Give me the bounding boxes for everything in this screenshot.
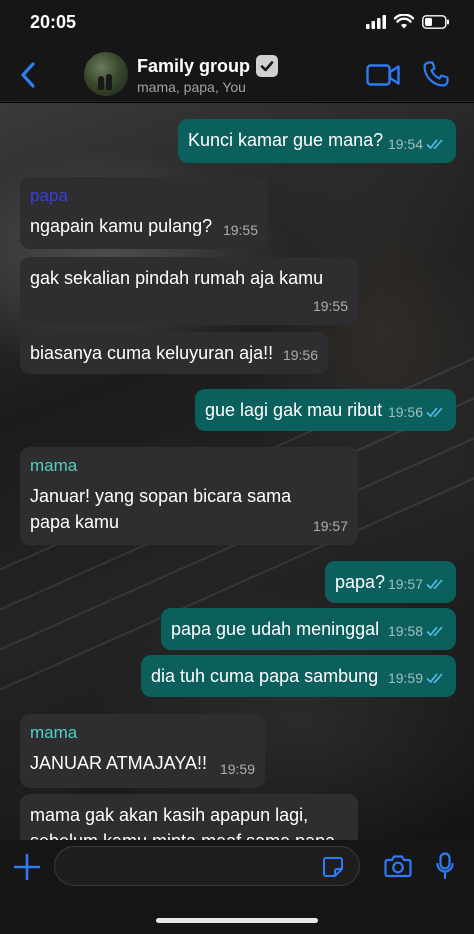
sticker-icon[interactable] — [322, 856, 344, 878]
message-time: 19:56 — [387, 404, 423, 420]
message-time: 19:59 — [387, 670, 423, 686]
message-meta: 19:55 — [313, 293, 348, 319]
message-time: 19:55 — [222, 222, 258, 238]
message-time: 19:57 — [312, 518, 348, 534]
message-text: gak sekalian pindah rumah aja kamu — [30, 268, 324, 288]
status-time: 20:05 — [30, 12, 77, 32]
composer-bar — [0, 840, 474, 934]
status-bar: 20:05 — [0, 0, 474, 48]
plus-icon[interactable] — [12, 852, 42, 882]
message-text: gue lagi gak mau ribut — [205, 400, 383, 420]
group-name: Family group — [137, 55, 251, 76]
message-incoming[interactable]: papa ngapain kamu pulang? 19:55 — [20, 177, 268, 249]
message-incoming[interactable]: gak sekalian pindah rumah aja kamu 19:55 — [20, 257, 358, 325]
message-text: papa? — [335, 572, 386, 592]
read-ticks-icon — [426, 673, 443, 684]
message-time: 19:59 — [219, 761, 255, 777]
phone-icon[interactable] — [422, 60, 450, 88]
message-meta: 19:58 — [388, 618, 446, 644]
message-incoming[interactable]: mama JANUAR ATMAJAYA!! 19:59 — [20, 714, 265, 788]
message-time: 19:54 — [387, 136, 423, 152]
message-text: biasanya cuma keluyuran aja!! — [30, 343, 274, 363]
home-indicator — [156, 918, 318, 923]
message-time: 19:57 — [387, 576, 423, 592]
read-ticks-icon — [426, 139, 443, 150]
message-text: dia tuh cuma papa sambung — [151, 666, 379, 686]
message-meta: 19:57 — [388, 571, 446, 597]
message-incoming[interactable]: biasanya cuma keluyuran aja!! 19:56 — [20, 332, 328, 374]
message-time: 19:56 — [282, 347, 318, 363]
sender-name: mama — [30, 456, 78, 475]
message-meta: 19:54 — [388, 131, 446, 157]
message-meta: 19:57 — [313, 513, 348, 539]
check-badge-icon — [256, 55, 279, 77]
message-meta: 19:56 — [283, 342, 318, 368]
message-text: Kunci kamar gue mana? — [188, 130, 384, 150]
message-outgoing[interactable]: dia tuh cuma papa sambung 19:59 — [141, 655, 456, 697]
read-ticks-icon — [426, 407, 443, 418]
sender-name: papa — [30, 186, 68, 205]
status-icons — [366, 14, 450, 29]
camera-icon[interactable] — [384, 854, 412, 878]
sender-name: mama — [30, 723, 78, 742]
battery-icon — [422, 14, 449, 29]
message-text: Januar! yang sopan bicara sama papa kamu — [30, 486, 292, 532]
message-input[interactable] — [54, 846, 360, 886]
chevron-left-icon[interactable] — [14, 60, 44, 90]
chat-header: Family group mama, papa, You — [0, 48, 474, 102]
message-text: JANUAR ATMAJAYA!! — [30, 753, 208, 773]
message-incoming[interactable]: mama Januar! yang sopan bicara sama papa… — [20, 447, 358, 545]
chat-area[interactable]: Kunci kamar gue mana? 19:54 papa ngapain… — [0, 103, 474, 840]
read-ticks-icon — [426, 579, 443, 590]
message-time: 19:55 — [312, 298, 348, 314]
signal-icon — [366, 14, 386, 29]
message-text: ngapain kamu pulang? — [30, 216, 213, 236]
message-meta: 19:59 — [388, 665, 446, 691]
message-text: papa gue udah meninggal — [171, 619, 380, 639]
message-outgoing[interactable]: gue lagi gak mau ribut 19:56 — [195, 389, 456, 431]
message-meta: 19:56 — [388, 399, 446, 425]
group-members: mama, papa, You — [137, 79, 246, 95]
message-meta: 19:59 — [220, 756, 255, 782]
group-avatar[interactable] — [84, 52, 128, 96]
message-time: 19:58 — [387, 623, 423, 639]
video-camera-icon[interactable] — [366, 62, 400, 88]
message-outgoing[interactable]: Kunci kamar gue mana? 19:54 — [178, 119, 456, 163]
microphone-icon[interactable] — [436, 852, 454, 880]
message-text: mama gak akan kasih apapun lagi, sebelum… — [30, 805, 335, 840]
message-meta: 19:55 — [223, 217, 258, 243]
read-ticks-icon — [426, 626, 443, 637]
chat-title[interactable]: Family group — [137, 55, 279, 77]
message-outgoing[interactable]: papa? 19:57 — [325, 561, 456, 603]
message-outgoing[interactable]: papa gue udah meninggal 19:58 — [161, 608, 456, 650]
message-incoming[interactable]: mama gak akan kasih apapun lagi, sebelum… — [20, 794, 358, 840]
wifi-icon — [394, 14, 414, 29]
